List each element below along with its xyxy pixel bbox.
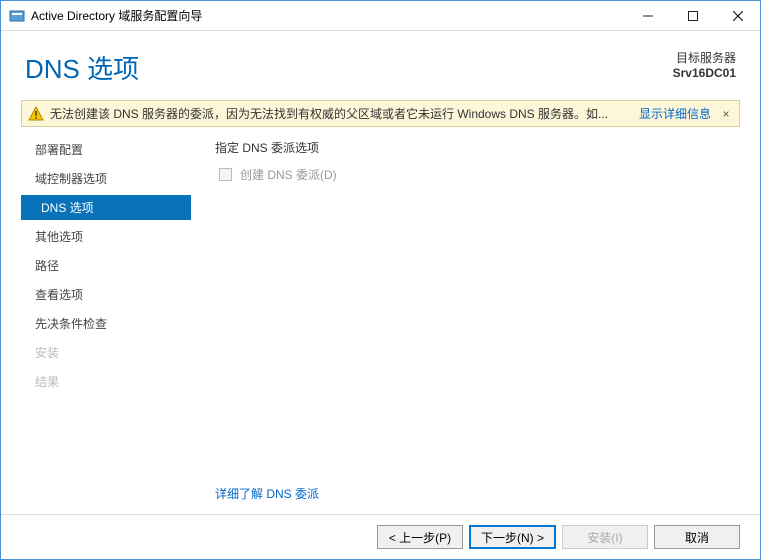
nav-item-dns-options[interactable]: DNS 选项 [21,195,191,220]
close-button[interactable] [715,1,760,30]
nav-sidebar: 部署配置 域控制器选项 DNS 选项 其他选项 路径 查看选项 先决条件检查 安… [21,135,191,514]
content-pane: 指定 DNS 委派选项 创建 DNS 委派(D) 详细了解 DNS 委派 [191,135,740,514]
titlebar: Active Directory 域服务配置向导 [1,1,760,31]
header: DNS 选项 目标服务器 Srv16DC01 [1,31,760,100]
show-more-link[interactable]: 显示详细信息 [639,105,711,122]
create-dns-delegation-row: 创建 DNS 委派(D) [215,166,730,183]
cancel-button[interactable]: 取消 [654,525,740,549]
create-dns-delegation-label: 创建 DNS 委派(D) [240,166,337,183]
nav-item-deployment-config[interactable]: 部署配置 [21,137,191,162]
previous-button[interactable]: < 上一步(P) [377,525,463,549]
nav-item-results: 结果 [21,369,191,394]
nav-item-paths[interactable]: 路径 [21,253,191,278]
nav-item-dc-options[interactable]: 域控制器选项 [21,166,191,191]
target-label: 目标服务器 [673,49,736,66]
window-title: Active Directory 域服务配置向导 [31,7,625,24]
nav-item-install: 安装 [21,340,191,365]
learn-more-link[interactable]: 详细了解 DNS 委派 [215,485,730,502]
target-server-block: 目标服务器 Srv16DC01 [673,49,736,80]
wizard-window: Active Directory 域服务配置向导 DNS 选项 目标服务器 Sr… [0,0,761,560]
page-title: DNS 选项 [25,49,673,86]
maximize-button[interactable] [670,1,715,30]
install-button: 安装(I) [562,525,648,549]
warning-icon [28,106,44,122]
section-label: 指定 DNS 委派选项 [215,139,730,156]
nav-item-prereq-check[interactable]: 先决条件检查 [21,311,191,336]
body: 部署配置 域控制器选项 DNS 选项 其他选项 路径 查看选项 先决条件检查 安… [1,135,760,514]
footer: < 上一步(P) 下一步(N) > 安装(I) 取消 [1,514,760,559]
next-button[interactable]: 下一步(N) > [469,525,556,549]
warning-message: 无法创建该 DNS 服务器的委派，因为无法找到有权威的父区域或者它未运行 Win… [50,105,631,122]
nav-item-additional-options[interactable]: 其他选项 [21,224,191,249]
create-dns-delegation-checkbox[interactable] [219,168,232,181]
app-icon [9,8,25,24]
close-warning-button[interactable]: × [719,107,733,121]
target-server-name: Srv16DC01 [673,66,736,80]
warning-bar: 无法创建该 DNS 服务器的委派，因为无法找到有权威的父区域或者它未运行 Win… [21,100,740,127]
minimize-button[interactable] [625,1,670,30]
window-controls [625,1,760,30]
nav-item-review-options[interactable]: 查看选项 [21,282,191,307]
